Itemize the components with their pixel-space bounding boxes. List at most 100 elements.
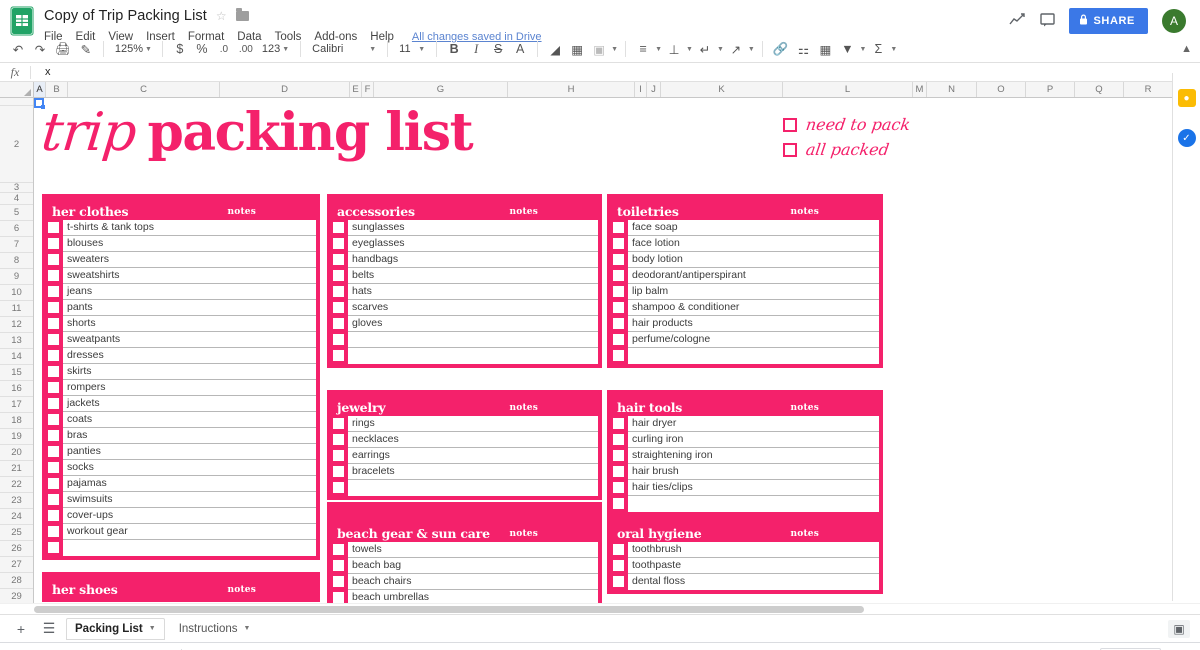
checklist-item-label[interactable]: hair products [628,316,879,332]
checkbox-icon[interactable] [332,449,345,462]
column-header-r[interactable]: R [1124,82,1173,97]
row-header-7[interactable]: 7 [0,237,33,253]
checklist-item-label[interactable]: shampoo & conditioner [628,300,879,316]
legend-item-all-packed[interactable]: all packed [783,137,910,162]
paint-format-icon[interactable]: ✎ [76,39,96,59]
checkbox-icon[interactable] [612,253,625,266]
checklist-item-label[interactable]: earrings [348,448,598,464]
checklist-row[interactable]: necklaces [331,432,598,448]
checklist-row[interactable]: blouses [46,236,316,252]
text-color-button[interactable]: A [510,39,530,59]
checklist-row[interactable] [611,348,879,364]
checkbox-icon[interactable] [332,333,345,346]
checklist-row[interactable]: toothpaste [611,558,879,574]
text-rotation-icon[interactable]: ↗ [726,39,746,59]
checklist-item-label[interactable]: coats [63,412,316,428]
row-header-18[interactable]: 18 [0,413,33,429]
page-title[interactable]: Copy of Trip Packing List [44,8,207,24]
checkbox-icon[interactable] [332,575,345,588]
checklist-item-label[interactable]: panties [63,444,316,460]
checklist-row[interactable]: socks [46,460,316,476]
checklist-row[interactable]: swimsuits [46,492,316,508]
collapse-toolbar-icon[interactable]: ▲ [1181,43,1192,55]
checklist-row[interactable]: workout gear [46,524,316,540]
checklist-row[interactable]: jackets [46,396,316,412]
checkbox-icon[interactable] [47,541,60,554]
checklist-row[interactable]: scarves [331,300,598,316]
checkbox-icon[interactable] [47,317,60,330]
checklist-row[interactable] [611,496,879,512]
google-tasks-icon[interactable]: ✓ [1177,129,1196,147]
checklist-row[interactable]: lip balm [611,284,879,300]
vertical-align-icon[interactable]: ⊥ [664,39,684,59]
checkbox-icon[interactable] [332,417,345,430]
number-format-selector[interactable]: 123 ▼ [258,43,293,55]
checkbox-icon[interactable] [47,221,60,234]
row-header-19[interactable]: 19 [0,429,33,445]
checkbox-icon[interactable] [47,413,60,426]
print-icon[interactable]: 🖨 [52,39,74,59]
checklist-item-label[interactable]: t-shirts & tank tops [63,220,316,236]
menu-tools[interactable]: Tools [275,31,302,43]
column-header-n[interactable]: N [927,82,977,97]
checklist-item-label[interactable] [348,332,598,348]
checklist-item-label[interactable]: scarves [348,300,598,316]
menu-view[interactable]: View [108,31,133,43]
checkbox-icon[interactable] [47,525,60,538]
checklist-row[interactable]: shampoo & conditioner [611,300,879,316]
column-header-f[interactable]: F [362,82,374,97]
sheet-canvas[interactable]: trip packing list need to pack all packe… [34,98,1200,603]
row-header-27[interactable]: 27 [0,557,33,573]
checkbox-icon[interactable] [783,117,797,132]
font-selector[interactable]: Calibri ▼ [308,43,380,55]
checkbox-icon[interactable] [47,445,60,458]
checklist-row[interactable]: beach chairs [331,574,598,590]
checkbox-icon[interactable] [47,269,60,282]
row-header-13[interactable]: 13 [0,333,33,349]
row-header-8[interactable]: 8 [0,253,33,269]
checklist-item-label[interactable] [628,348,879,364]
checklist-item-label[interactable]: deodorant/antiperspirant [628,268,879,284]
checklist-item-label[interactable]: bras [63,428,316,444]
checkbox-icon[interactable] [612,417,625,430]
checklist-item-label[interactable]: body lotion [628,252,879,268]
checklist-row[interactable]: face lotion [611,236,879,252]
checklist-row[interactable]: deodorant/antiperspirant [611,268,879,284]
checklist-row[interactable]: curling iron [611,432,879,448]
checklist-row[interactable]: rompers [46,380,316,396]
horizontal-scroll-thumb[interactable] [34,606,864,613]
checklist-row[interactable] [331,480,598,496]
chevron-down-icon[interactable]: ▼ [655,46,662,53]
checkbox-icon[interactable] [612,497,625,510]
checkbox-icon[interactable] [612,465,625,478]
chevron-down-icon[interactable]: ▼ [686,46,693,53]
checkbox-icon[interactable] [47,285,60,298]
menu-help[interactable]: Help [370,31,394,43]
checkbox-icon[interactable] [612,285,625,298]
formula-input[interactable]: x [31,66,51,78]
column-header-j[interactable]: J [647,82,661,97]
add-sheet-icon[interactable]: + [10,621,32,637]
checkbox-icon[interactable] [612,269,625,282]
row-header-22[interactable]: 22 [0,477,33,493]
row-header-14[interactable]: 14 [0,349,33,365]
checklist-item-label[interactable]: sweaters [63,252,316,268]
row-header-17[interactable]: 17 [0,397,33,413]
checklist-row[interactable]: dresses [46,348,316,364]
row-header-24[interactable]: 24 [0,509,33,525]
checklist-row[interactable]: straightening iron [611,448,879,464]
menu-add-ons[interactable]: Add-ons [314,31,357,43]
checkbox-icon[interactable] [332,465,345,478]
checkbox-icon[interactable] [332,349,345,362]
checkbox-icon[interactable] [47,365,60,378]
chevron-down-icon[interactable]: ▼ [859,46,866,53]
column-header-g[interactable]: G [374,82,508,97]
checklist-item-label[interactable]: beach bag [348,558,598,574]
checklist-item-label[interactable]: perfume/cologne [628,332,879,348]
checkbox-icon[interactable] [332,559,345,572]
checklist-row[interactable]: sweatshirts [46,268,316,284]
checkbox-icon[interactable] [332,221,345,234]
checklist-row[interactable]: sweatpants [46,332,316,348]
explore-icon[interactable]: ▣ [1168,619,1190,638]
checklist-row[interactable]: bras [46,428,316,444]
